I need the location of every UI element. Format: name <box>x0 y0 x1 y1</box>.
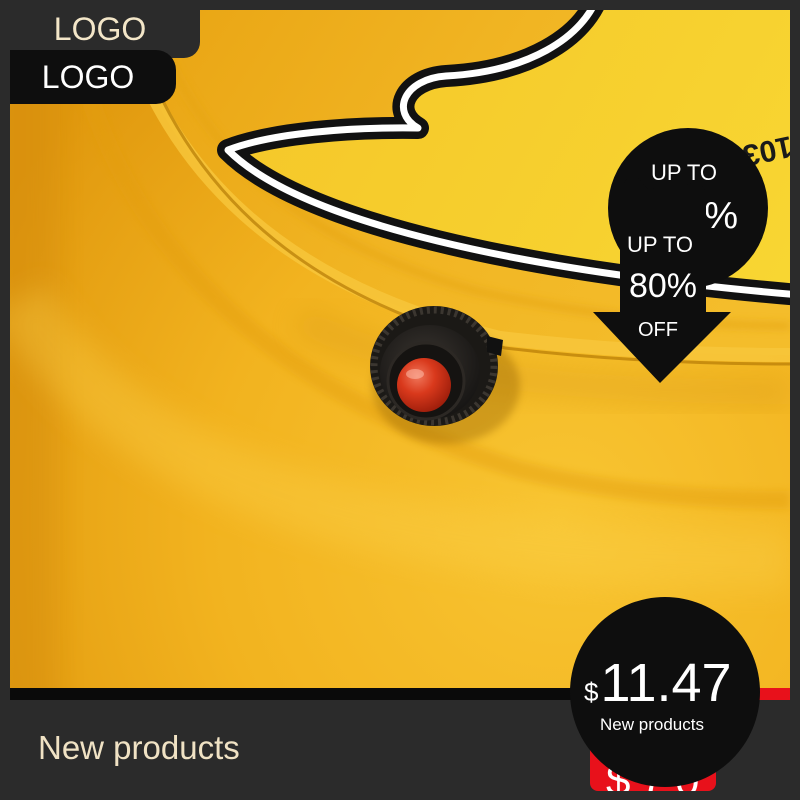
red-button <box>397 358 451 412</box>
discount-arrow-value: 80% <box>628 267 698 305</box>
price-caption: New products <box>600 715 704 734</box>
price-badge: $ 11.47 New products <box>570 597 760 787</box>
product-listing-image[interactable]: 103 New products LOGO LOGO UP TO 80% <box>0 0 800 800</box>
discount-arrow-line1: UP TO <box>626 232 694 257</box>
logo-tab-secondary: LOGO <box>10 50 176 104</box>
price-row: $ 11.47 <box>584 653 732 722</box>
footer-label: New products <box>38 729 240 766</box>
discount-arrow-line3: OFF <box>638 319 678 341</box>
price-amount: 11.47 <box>600 653 732 713</box>
price-currency: $ <box>584 677 599 707</box>
logo-text-secondary: LOGO <box>41 58 135 95</box>
